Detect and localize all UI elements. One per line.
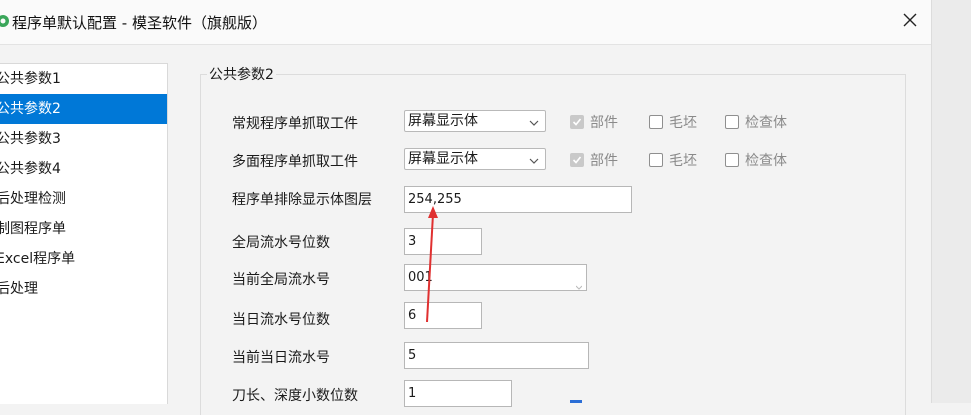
chevron-down-icon <box>529 153 539 165</box>
current-daily-serial-input[interactable]: 5 <box>404 342 589 369</box>
close-button[interactable] <box>894 8 926 36</box>
global-serial-digits-value: 3 <box>408 234 417 249</box>
regular-grab-select[interactable]: 屏幕显示体 <box>404 110 546 132</box>
daily-serial-digits-label: 当日流水号位数 <box>232 312 330 328</box>
nav-item-label: 后处理检测 <box>0 191 66 207</box>
checkbox-box <box>570 153 584 167</box>
nav-item-post-process[interactable]: 后处理 <box>0 274 167 304</box>
combo-hint-icon <box>575 274 583 290</box>
current-daily-serial-value: 5 <box>408 348 417 363</box>
nav-item-common-params-3[interactable]: 公共参数3 <box>0 124 167 154</box>
nav-item-label: 后处理 <box>0 281 38 297</box>
multi-grab-check-body-checkbox[interactable]: 检查体 <box>725 150 787 170</box>
checkbox-label: 部件 <box>590 153 618 169</box>
nav-item-post-check[interactable]: 后处理检测 <box>0 184 167 214</box>
checkbox-box <box>649 153 663 167</box>
window-title: 程序单默认配置 - 模圣软件（旗舰版） <box>12 14 267 32</box>
checkbox-label: 毛坯 <box>669 115 697 131</box>
checkbox-label: 部件 <box>590 115 618 131</box>
tool-decimal-digits-value: 1 <box>408 386 417 401</box>
regular-grab-select-value: 屏幕显示体 <box>408 113 478 129</box>
groupbox-title: 公共参数2 <box>207 64 276 84</box>
nav-item-common-params-1[interactable]: 公共参数1 <box>0 64 167 94</box>
background-window-edge <box>931 0 971 403</box>
chevron-down-icon <box>529 115 539 127</box>
close-icon <box>903 13 917 31</box>
multi-grab-part-checkbox[interactable]: 部件 <box>570 150 618 170</box>
nav-item-excel-sheet[interactable]: Excel程序单 <box>0 244 167 274</box>
nav-item-label: 公共参数1 <box>0 71 61 87</box>
daily-serial-digits-input[interactable]: 6 <box>404 302 482 329</box>
regular-grab-part-checkbox[interactable]: 部件 <box>570 112 618 132</box>
checkbox-box <box>725 115 739 129</box>
exclude-layers-label: 程序单排除显示体图层 <box>232 192 372 208</box>
multi-grab-select[interactable]: 屏幕显示体 <box>404 148 546 170</box>
checkbox-label: 检查体 <box>745 115 787 131</box>
checkbox-box <box>649 115 663 129</box>
title-bar: 程序单默认配置 - 模圣软件（旗舰版） <box>0 0 931 45</box>
tool-decimal-digits-label: 刀长、深度小数位数 <box>232 388 358 404</box>
nav-item-label: Excel程序单 <box>0 251 76 267</box>
regular-grab-label: 常规程序单抓取工件 <box>232 116 358 132</box>
current-global-serial-input[interactable]: 001 <box>404 264 587 291</box>
current-global-serial-label: 当前全局流水号 <box>232 272 330 288</box>
current-daily-serial-label: 当前当日流水号 <box>232 350 330 366</box>
checkbox-box <box>725 153 739 167</box>
nav-item-common-params-2[interactable]: 公共参数2 <box>0 94 167 124</box>
exclude-layers-value: 254,255 <box>408 192 462 207</box>
nav-item-label: 公共参数4 <box>0 161 61 177</box>
multi-grab-label: 多面程序单抓取工件 <box>232 154 358 170</box>
settings-nav-list: 公共参数1 公共参数2 公共参数3 公共参数4 后处理检测 制图程序单 Exce… <box>0 63 168 404</box>
checkbox-label: 检查体 <box>745 153 787 169</box>
global-serial-digits-label: 全局流水号位数 <box>232 235 330 251</box>
multi-grab-select-value: 屏幕显示体 <box>408 151 478 167</box>
nav-item-label: 公共参数3 <box>0 131 61 147</box>
multi-grab-blank-checkbox[interactable]: 毛坯 <box>649 150 697 170</box>
checkbox-label: 毛坯 <box>669 153 697 169</box>
daily-serial-digits-value: 6 <box>408 308 417 323</box>
checkbox-box <box>570 115 584 129</box>
nav-item-drawing-sheet[interactable]: 制图程序单 <box>0 214 167 244</box>
settings-content: 公共参数2 常规程序单抓取工件 屏幕显示体 部件 毛坯 检查体 多面程序单抓取工… <box>171 44 931 415</box>
regular-grab-check-body-checkbox[interactable]: 检查体 <box>725 112 787 132</box>
dialog-window: 程序单默认配置 - 模圣软件（旗舰版） 公共参数1 公共参数2 公共参数3 公共… <box>0 0 931 415</box>
exclude-layers-input[interactable]: 254,255 <box>404 186 632 213</box>
nav-item-common-params-4[interactable]: 公共参数4 <box>0 154 167 184</box>
nav-item-label: 公共参数2 <box>0 101 61 117</box>
current-global-serial-value: 001 <box>408 270 433 285</box>
global-serial-digits-input[interactable]: 3 <box>404 228 482 255</box>
regular-grab-blank-checkbox[interactable]: 毛坯 <box>649 112 697 132</box>
nav-item-label: 制图程序单 <box>0 221 66 237</box>
app-icon <box>0 13 10 29</box>
